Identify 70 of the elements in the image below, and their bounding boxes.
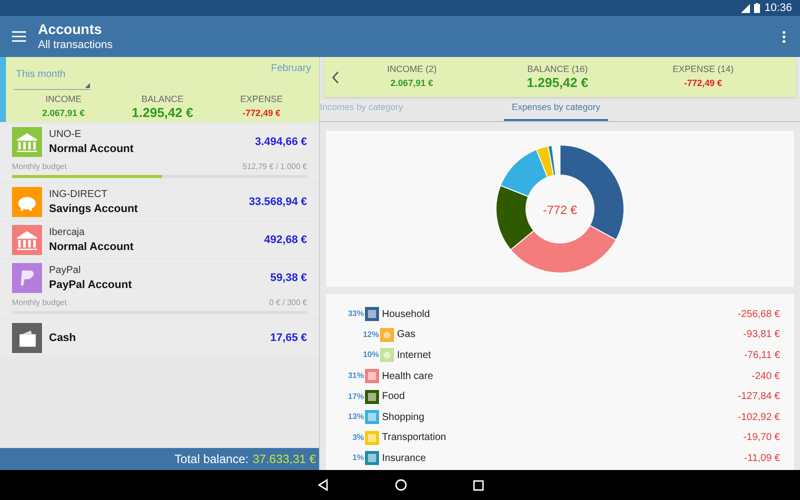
bank-name: PayPal — [49, 264, 82, 276]
category-tab[interactable]: Expenses by category — [504, 98, 608, 121]
category-name: Health care — [382, 370, 434, 384]
category-percent: 12% — [362, 328, 379, 341]
category-amount: -11,09 € — [744, 452, 780, 466]
category-percent: 33% — [346, 308, 364, 320]
category-name: Household — [382, 308, 430, 322]
account-balance: 33.568,94 € — [248, 194, 307, 210]
category-amount: -93,81 € — [743, 328, 780, 342]
category-name: Internet — [397, 348, 431, 363]
bank-name: ING-DIRECT — [49, 188, 108, 200]
total-balance-value: 37.633,31 € — [252, 451, 316, 468]
budget-reading: 0 € / 300 € — [269, 297, 307, 309]
app-subtitle: All transactions — [38, 38, 113, 52]
category-name: Food — [382, 390, 405, 404]
category-amount: -127,84 € — [738, 390, 780, 404]
bank-name: Ibercaja — [49, 226, 86, 238]
category-percent: 13% — [346, 411, 364, 424]
home-icon[interactable] — [394, 479, 406, 491]
back-icon[interactable] — [316, 479, 328, 491]
category-percent: 3% — [351, 432, 364, 444]
account-name: Savings Account — [49, 202, 138, 216]
bank-name: UNO-E — [49, 128, 82, 140]
summary-amount: 2.067,91 € — [42, 107, 85, 120]
app-title: Accounts — [38, 21, 103, 38]
budget-reading: 512,79 € / 1.000 € — [242, 161, 307, 173]
summary-label: INCOME (2) — [387, 63, 437, 75]
account-balance: 59,38 € — [270, 270, 307, 286]
summary-amount: 2.067,91 € — [390, 77, 434, 90]
account-balance: 17,65 € — [270, 330, 307, 346]
more-options-icon[interactable] — [782, 30, 786, 42]
clock-time: 10:36 — [764, 0, 792, 16]
category-amount: -102,92 € — [738, 410, 780, 425]
category-amount: -256,68 € — [738, 308, 780, 322]
category-name: Transportation — [382, 431, 446, 446]
month-label: February — [270, 62, 311, 76]
recents-icon[interactable] — [472, 480, 484, 490]
account-name: Normal Account — [49, 142, 134, 156]
summary-label: EXPENSE (14) — [672, 63, 734, 75]
category-amount: -76,11 € — [744, 348, 780, 363]
account-balance: 492,68 € — [264, 232, 307, 248]
summary-amount: -772,49 € — [242, 107, 281, 120]
account-balance: 3.494,66 € — [255, 134, 307, 150]
summary-label: INCOME — [46, 93, 82, 105]
category-percent: 17% — [346, 390, 364, 403]
summary-label: BALANCE (16) — [527, 63, 588, 75]
battery-icon — [754, 3, 760, 13]
summary-label: EXPENSE — [240, 93, 283, 105]
donut-center-total: -772 € — [542, 202, 578, 219]
summary-amount: 1.295,42 € — [526, 75, 588, 91]
total-balance-label: Total balance: — [174, 451, 249, 468]
budget-label: Monthly budget — [12, 161, 67, 173]
category-percent: 10% — [362, 349, 379, 362]
menu-icon[interactable] — [12, 31, 26, 42]
category-name: Gas — [397, 328, 416, 342]
summary-amount: -772,49 € — [684, 77, 722, 90]
account-name: Cash — [49, 331, 76, 346]
category-amount: -19,70 € — [743, 431, 780, 446]
account-name: PayPal Account — [49, 278, 132, 292]
category-name: Shopping — [382, 410, 424, 425]
summary-amount: 1.295,42 € — [132, 105, 194, 121]
category-amount: -240 € — [752, 370, 780, 384]
category-percent: 31% — [346, 370, 364, 382]
dropdown-corner-icon — [85, 83, 90, 88]
account-name: Normal Account — [49, 240, 134, 254]
category-percent: 1% — [351, 452, 364, 464]
budget-label: Monthly budget — [12, 297, 67, 309]
category-name: Insurance — [382, 452, 426, 466]
signal-icon — [741, 4, 750, 12]
summary-label: BALANCE — [141, 93, 184, 105]
